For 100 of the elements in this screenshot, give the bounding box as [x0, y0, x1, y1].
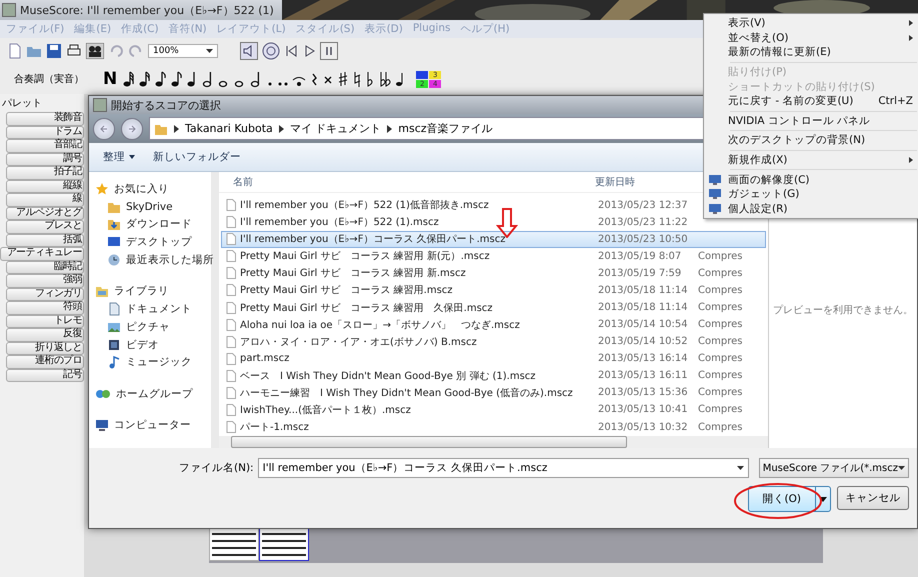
menu-item[interactable]: 新規作成(X)	[704, 152, 918, 168]
palette-item[interactable]: ブレスと	[6, 220, 84, 234]
toolbar-button[interactable]: 新しいフォルダー	[153, 150, 241, 164]
nav-item[interactable]: SkyDrive	[95, 198, 211, 216]
menu-item[interactable]: 表示(V)	[704, 16, 918, 31]
breadcrumb-item[interactable]: mscz音楽ファイル	[398, 121, 493, 136]
menu-item[interactable]: 並べ替え(O)	[704, 30, 918, 46]
file-row[interactable]: アロハ・ヌイ・ロア・イア・オエ(ボサノバ) B.mscz 2013/05/14 10:52 Compres	[221, 333, 745, 350]
file-row[interactable]: Pretty Maui Girl サビ コーラス 練習用.mscz 2013/05/18 11:14 Compres	[221, 282, 745, 299]
palette-item[interactable]: 強弱	[6, 274, 84, 288]
file-row[interactable]: Pretty Maui Girl サビ コーラス 練習用 新.mscz 2013/05/19 7:59 Compres	[221, 264, 745, 282]
breadcrumb-item[interactable]: Takanari Kubota	[185, 122, 273, 135]
palette-item[interactable]: 調号	[6, 152, 84, 166]
open-button[interactable]: 開く(O)	[748, 486, 831, 512]
note-icon[interactable]	[122, 70, 136, 88]
pause-icon[interactable]	[320, 42, 338, 60]
palette-item[interactable]: 拍子記	[6, 166, 84, 180]
file-row[interactable]: part.mscz 2013/05/13 16:14 Compres	[221, 350, 745, 368]
breadcrumb-item[interactable]: マイ ドキュメント	[290, 121, 382, 136]
natural-icon[interactable]	[352, 70, 362, 88]
menu-item[interactable]: 個人設定(R)	[704, 202, 918, 216]
file-row[interactable]: パート-1.mscz 2013/05/13 10:32 Compres	[221, 418, 745, 436]
rewind-icon[interactable]	[284, 44, 298, 58]
file-row[interactable]: Aloha nui loa ia oe「スロー」→「ボサノバ」 つなぎ.mscz 2013/05/14 10:54 Compres	[221, 316, 745, 334]
nav-item[interactable]: ドキュメント	[95, 300, 211, 318]
file-date: 2013/05/14 10:52	[598, 336, 689, 348]
palette-item[interactable]: 線	[6, 193, 84, 206]
file-row[interactable]: I'll remember you（E♭→F）522 (1).mscz 2013/05/23 11:22	[221, 214, 699, 231]
speaker-icon[interactable]	[240, 42, 258, 60]
column-header[interactable]: 名前	[219, 174, 595, 189]
chevron-icon	[387, 124, 392, 132]
menu-item[interactable]: 最新の情報に更新(E)	[704, 45, 918, 60]
file-row[interactable]: Pretty Maui Girl サビ コーラス 練習用 新(元）.mscz 2013/05/19 8:07 Compres	[221, 248, 745, 265]
double-flat-icon[interactable]	[378, 70, 392, 88]
nav-item[interactable]: ミュージック	[95, 353, 211, 372]
save-icon[interactable]	[46, 43, 62, 59]
horizontal-scrollbar[interactable]	[219, 436, 768, 448]
file-type: Compres	[698, 284, 744, 296]
file-type-select[interactable]: MuseScore ファイル(*.mscz	[758, 458, 909, 478]
column-header[interactable]: 更新日時	[595, 174, 695, 189]
flat-icon[interactable]	[365, 70, 376, 88]
concert-pitch-button[interactable]: 合奏調（実音）	[8, 70, 90, 88]
file-row[interactable]: I'll remember you（E♭→F）522 (1)低音部抜き.mscz 2013/05/23 12:37	[221, 196, 699, 214]
nav-item[interactable]: お気に入り	[95, 180, 211, 198]
palette-item[interactable]: 縦線	[6, 180, 84, 193]
menu-item-label: ガジェット(G)	[728, 187, 800, 202]
file-row[interactable]: Pretty Maui Girl サビ コーラス 練習用 久保田.mscz 2013/05/18 11:14 Compres	[221, 298, 745, 316]
music-icon	[107, 355, 121, 370]
palette-item[interactable]: 装飾音	[6, 112, 84, 126]
palette-item[interactable]: 反復	[6, 328, 84, 342]
file-row[interactable]: ハーモニー練習 I Wish They Didn't Mean Good-Bye (低音のみ).mscz 2013/05/13 15:36 Compres	[221, 384, 745, 402]
palette-item[interactable]: 折り返しと	[6, 342, 84, 355]
palette-item[interactable]: フィンガリ	[6, 288, 84, 301]
menu-item[interactable]: 画面の解像度(C)	[704, 172, 918, 187]
new-file-icon[interactable]	[8, 43, 22, 59]
zoom-select[interactable]: 100%	[148, 44, 218, 58]
nav-item[interactable]: ライブラリ	[95, 282, 211, 300]
nav-item[interactable]: デスクトップ	[95, 233, 211, 251]
toolbar-button[interactable]: 整理	[103, 150, 135, 164]
nav-item[interactable]: ビデオ	[95, 336, 211, 354]
note-icon[interactable]	[138, 70, 152, 88]
nav-item[interactable]: 最近表示した場所	[95, 250, 211, 269]
nav-item[interactable]: ホームグループ	[95, 384, 211, 403]
cancel-button[interactable]: キャンセル	[837, 486, 909, 510]
nav-item[interactable]: ダウンロード	[95, 215, 211, 234]
dial-icon[interactable]	[262, 42, 280, 60]
file-name: Pretty Maui Girl サビ コーラス 練習用.mscz	[240, 284, 453, 298]
voice-button[interactable]	[416, 70, 428, 78]
note-input-button[interactable]: N	[101, 69, 120, 89]
forward-button[interactable]	[121, 118, 143, 140]
palette-item[interactable]: アーティキュレー	[0, 247, 84, 260]
palette-item[interactable]: トレモ	[6, 314, 84, 328]
file-row[interactable]: ベース I Wish They Didn't Mean Good-Bye 別 弾む (1).mscz 2013/05/13 16:11 Compres	[221, 367, 745, 384]
palette-item[interactable]: 音部記	[6, 139, 84, 152]
app-icon	[93, 98, 107, 112]
note-icon[interactable]	[154, 70, 168, 88]
filename-field[interactable]: I'll remember you（E♭→F）コーラス 久保田パート.mscz	[258, 458, 749, 478]
file-row[interactable]: I'll remember you（E♭→F）コーラス 久保田パート.mscz 2013/05/23 10:50	[221, 230, 766, 248]
sharp-icon[interactable]	[337, 70, 350, 88]
monitor-icon	[708, 202, 722, 215]
page-thumbnail[interactable]	[259, 527, 309, 561]
palette-item[interactable]: 臨時記	[6, 260, 84, 274]
palette-item[interactable]: アルペジオとグ	[6, 206, 84, 220]
file-row[interactable]: IwishThey...(低音パート１枚）.mscz 2013/05/13 10:41 Compres	[221, 401, 745, 419]
palette-item[interactable]: 符頭	[6, 301, 84, 314]
menu-item-label: 画面の解像度(C)	[728, 172, 811, 187]
nav-item[interactable]: ピクチャ	[95, 318, 211, 336]
palette-item[interactable]: 連桁のプロ	[6, 355, 84, 368]
palette-item[interactable]: ドラム	[6, 126, 84, 139]
menu-item[interactable]: 元に戻す - 名前の変更(U) Ctrl+Z	[704, 94, 918, 109]
palette-item[interactable]: 記号	[6, 368, 84, 382]
page-thumbnail[interactable]	[209, 527, 259, 561]
menu-item-label: 貼り付け(P)	[728, 65, 788, 80]
note-icon[interactable]	[170, 70, 184, 88]
people-icon[interactable]	[86, 43, 104, 59]
back-button[interactable]	[93, 118, 115, 140]
nav-item[interactable]: コンピューター	[95, 416, 211, 434]
submenu-arrow-icon	[909, 157, 913, 164]
palette-item[interactable]: 括弧	[6, 234, 84, 247]
menu-item[interactable]: ガジェット(G)	[704, 186, 918, 202]
